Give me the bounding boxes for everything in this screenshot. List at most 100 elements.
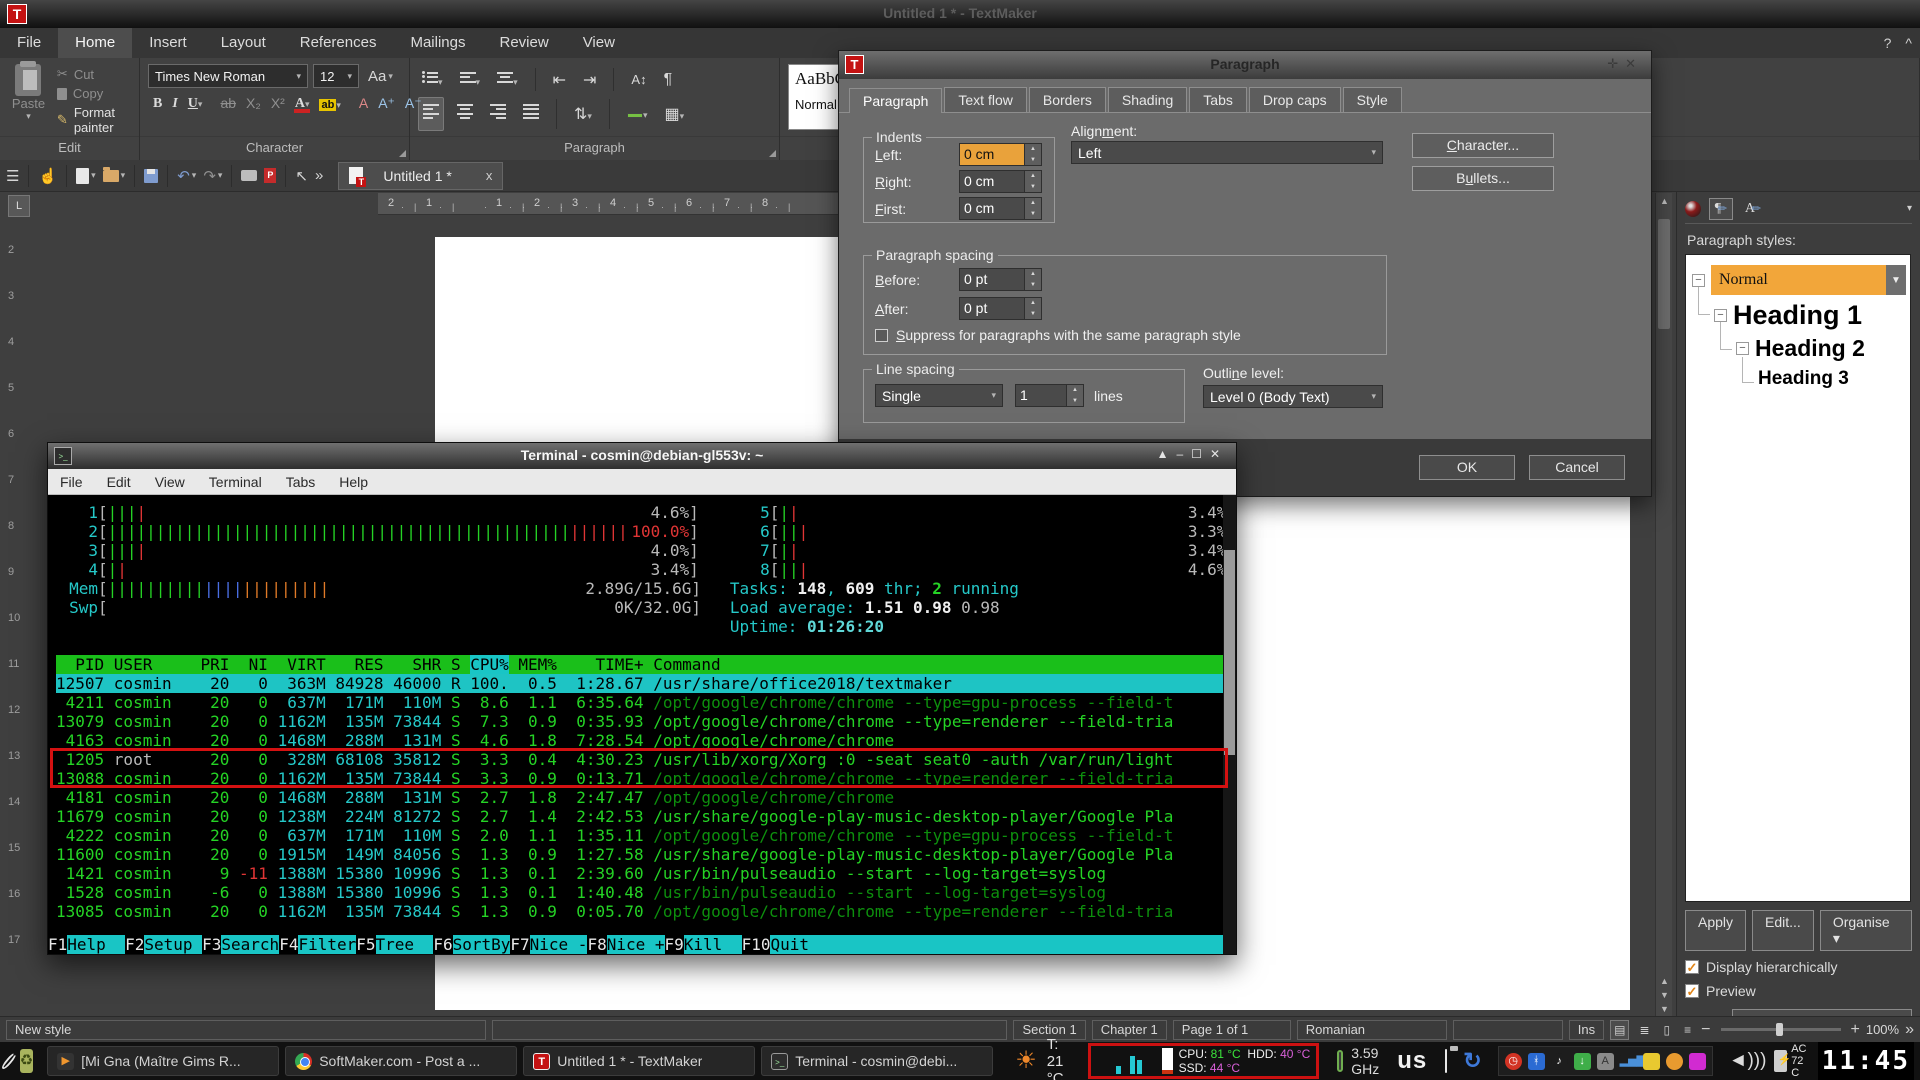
select-cursor-icon[interactable]: ↖	[295, 167, 308, 185]
alarm-icon[interactable]: ◷	[1505, 1053, 1522, 1070]
dialog-tab-style[interactable]: Style	[1343, 87, 1402, 112]
change-case-button[interactable]: Aa▾	[364, 64, 397, 88]
process-row-13085[interactable]: 13085 cosmin 20 0 1162M 135M 73844 S 1.3…	[56, 902, 1236, 921]
style-dropdown-icon[interactable]: ▼	[1886, 265, 1906, 295]
dialog-tab-paragraph[interactable]: Paragraph	[849, 88, 942, 113]
justify-button[interactable]	[519, 98, 543, 130]
lines-field[interactable]: 1 ▲▼ lines	[1015, 384, 1123, 407]
hamburger-menu-icon[interactable]: ☰	[6, 167, 19, 185]
spin-down-icon[interactable]: ▼	[1067, 396, 1083, 407]
battery-indicator[interactable]: AC72 C	[1774, 1043, 1809, 1079]
bold-button[interactable]: B	[148, 93, 167, 113]
style-item-heading-3[interactable]: Heading 3	[1758, 368, 1849, 390]
taskbar-window-chrome[interactable]: SoftMaker.com - Post a ...	[285, 1046, 517, 1076]
outline-level-select[interactable]: Level 0 (Body Text)▾	[1203, 385, 1383, 408]
highlight-button[interactable]: ab▾	[314, 94, 345, 112]
terminal-menu-edit[interactable]: Edit	[107, 474, 131, 490]
address-book-icon[interactable]: A	[1597, 1053, 1614, 1070]
page-down-icon[interactable]: ▼	[1656, 990, 1673, 1000]
taskbar-window-play-music[interactable]: ▶[Mi Gna (Maître Gims R...	[47, 1046, 279, 1076]
paragraph-dialog-launcher[interactable]	[769, 150, 776, 157]
collapse-node-icon[interactable]: −	[1736, 342, 1749, 355]
chapter-indicator[interactable]: Chapter 1	[1092, 1020, 1167, 1040]
menu-tab-references[interactable]: References	[283, 28, 394, 58]
line-spacing-button[interactable]: ⇅▾	[570, 101, 596, 127]
print-icon[interactable]	[241, 170, 257, 181]
htop-table-header[interactable]: PID USER PRI NI VIRT RES SHR S CPU% MEM%…	[56, 655, 1224, 674]
menu-tab-file[interactable]: File	[0, 28, 58, 58]
view-page-icon[interactable]: ▯	[1660, 1020, 1675, 1040]
sidebar-options-icon[interactable]: ▾	[1907, 203, 1912, 214]
language-indicator[interactable]: Romanian	[1297, 1020, 1447, 1040]
terminal-scrollbar[interactable]	[1223, 495, 1236, 954]
keyboard-layout-indicator[interactable]: us	[1397, 1047, 1427, 1075]
zoom-out-icon[interactable]: −	[1701, 1021, 1710, 1039]
terminal-menu-help[interactable]: Help	[339, 474, 368, 490]
menu-tab-view[interactable]: View	[566, 28, 632, 58]
formatting-marks-button[interactable]: ¶	[660, 68, 677, 92]
edit-style-button[interactable]: Edit...	[1752, 910, 1814, 951]
trash-icon[interactable]: ♻	[20, 1049, 33, 1073]
redo-icon[interactable]: ↷▾	[203, 167, 222, 185]
menu-tab-mailings[interactable]: Mailings	[393, 28, 482, 58]
sort-button[interactable]: A↕	[627, 69, 650, 90]
new-document-icon[interactable]: ▾	[76, 168, 96, 184]
style-name-field[interactable]: New style	[6, 1020, 486, 1040]
numbered-list-button[interactable]: ▾	[456, 66, 485, 93]
before-field[interactable]: 0 pt ▲▼	[959, 268, 1042, 291]
process-row-11600[interactable]: 11600 cosmin 20 0 1915M 149M 84056 S 1.3…	[56, 845, 1236, 864]
decrease-indent-button[interactable]: ⇤	[549, 67, 570, 93]
taskbar-window-textmaker[interactable]: TUntitled 1 * - TextMaker	[523, 1046, 755, 1076]
font-color-button[interactable]: A▾	[290, 93, 315, 113]
more-tools-icon[interactable]: »	[315, 167, 323, 184]
close-icon[interactable]: ✕	[1210, 447, 1228, 461]
format-painter-button[interactable]: ✎ Format painter	[57, 105, 131, 135]
line-spacing-select[interactable]: Single▾	[875, 384, 1003, 407]
cpu-frequency-icon[interactable]	[1337, 1050, 1343, 1072]
vertical-ruler[interactable]: 234567891011121314151617	[0, 222, 26, 1016]
subscript-button[interactable]: X₂	[241, 94, 266, 112]
dialog-tab-text-flow[interactable]: Text flow	[944, 87, 1026, 112]
network-signal-icon[interactable]: ▂▅▇	[1620, 1053, 1637, 1070]
after-field[interactable]: 0 pt ▲▼	[959, 297, 1042, 320]
scroll-down-icon[interactable]: ▼	[1656, 1004, 1673, 1014]
help-icon[interactable]: ?	[1884, 35, 1892, 51]
character-dialog-launcher[interactable]	[399, 150, 406, 157]
bluetooth-icon[interactable]: ᚼ	[1528, 1053, 1545, 1070]
bullet-list-button[interactable]: ▾	[418, 66, 447, 93]
insert-mode-indicator[interactable]: Ins	[1569, 1020, 1604, 1040]
menu-tab-home[interactable]: Home	[58, 28, 132, 58]
dialog-pin-icon[interactable]: ✛	[1607, 56, 1625, 71]
open-file-icon[interactable]: ▾	[103, 170, 126, 182]
undo-icon[interactable]: ↶▾	[177, 167, 196, 185]
menu-tab-insert[interactable]: Insert	[132, 28, 204, 58]
process-row-13079[interactable]: 13079 cosmin 20 0 1162M 135M 73844 S 7.3…	[56, 712, 1236, 731]
dialog-close-icon[interactable]: ✕	[1625, 56, 1643, 71]
pdf-export-icon[interactable]: P	[264, 168, 276, 183]
process-row-1528[interactable]: 1528 cosmin -6 0 1388M 15380 10996 S 1.3…	[56, 883, 1236, 902]
clock[interactable]: 11:45	[1818, 1042, 1914, 1080]
spin-up-icon[interactable]: ▲	[1025, 298, 1041, 309]
organise-styles-button[interactable]: Organise ▾	[1820, 910, 1912, 951]
dialog-titlebar[interactable]: T Paragraph ✛✕	[839, 51, 1651, 79]
save-icon[interactable]	[144, 169, 158, 183]
spin-down-icon[interactable]: ▼	[1025, 309, 1041, 320]
paste-button[interactable]: Paste ▾	[8, 64, 49, 122]
spin-up-icon[interactable]: ▲	[1025, 198, 1041, 209]
cut-button[interactable]: ✂ Cut	[57, 66, 131, 82]
start-menu-icon[interactable]	[0, 1051, 17, 1070]
style-item-normal[interactable]: −Normal▼	[1692, 265, 1906, 295]
collapse-node-icon[interactable]: −	[1692, 274, 1705, 287]
menu-tab-layout[interactable]: Layout	[204, 28, 283, 58]
font-size-select[interactable]: 12▾	[313, 64, 359, 88]
process-row-4181[interactable]: 4181 cosmin 20 0 1468M 288M 131M S 2.7 1…	[56, 788, 1236, 807]
align-center-button[interactable]	[453, 98, 477, 130]
notes-icon[interactable]	[1643, 1053, 1660, 1070]
view-continuous-icon[interactable]: ≣	[1635, 1020, 1653, 1040]
ruler-corner-box[interactable]: L	[8, 195, 30, 217]
apply-style-button[interactable]: Apply	[1685, 910, 1746, 951]
spin-down-icon[interactable]: ▼	[1025, 155, 1041, 166]
temperature-readout[interactable]: CPU: 81 °C HDD: 40 °C SSD: 44 °C	[1179, 1047, 1311, 1075]
spin-up-icon[interactable]: ▲	[1067, 385, 1083, 396]
zoom-slider[interactable]	[1721, 1028, 1841, 1031]
